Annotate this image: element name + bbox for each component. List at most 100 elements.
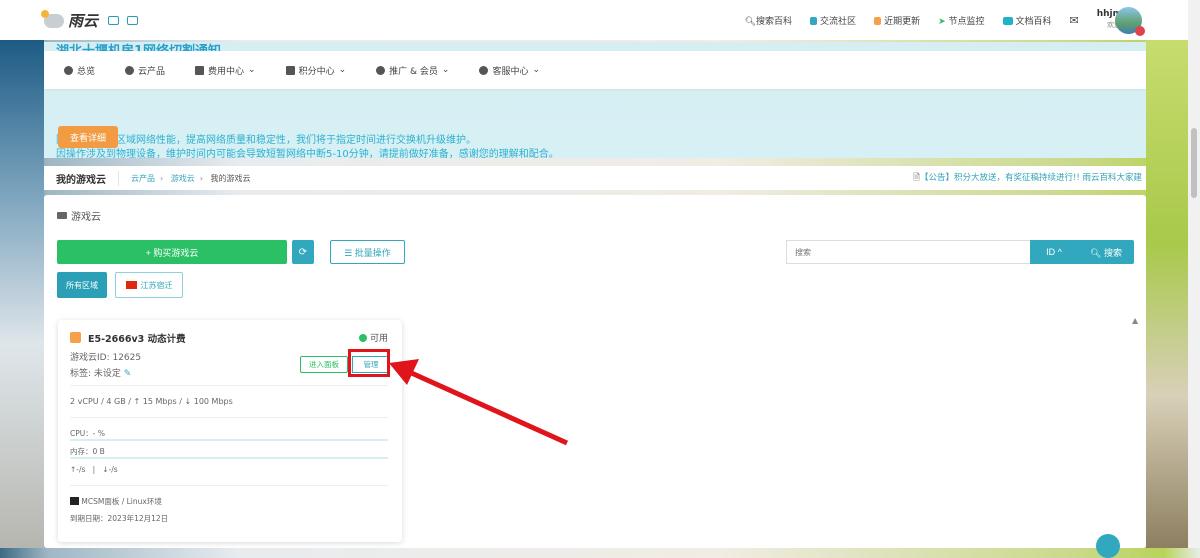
search-button[interactable]: 🔍︎ 搜索: [1078, 240, 1134, 264]
banner-text: 因需要提高此区域网络性能，提高网络质量和稳定性，我们将于指定时间进行交换机升级维…: [56, 135, 476, 146]
edit-icon[interactable]: ✎: [124, 369, 132, 379]
cubes-icon: [125, 65, 135, 75]
batch-operation-button[interactable]: ☰ 批量操作: [330, 240, 405, 264]
cpu-usage: CPU：- %: [70, 429, 105, 438]
breadcrumb-current: 我的游戏云: [210, 173, 251, 183]
breadcrumb: 云产品 › 游戏云 › 我的游戏云: [131, 173, 251, 183]
nav-docs[interactable]: 文档百科: [1002, 14, 1052, 27]
nav-cloud-products[interactable]: 云产品: [125, 64, 165, 77]
search-field-select[interactable]: ID ^: [1030, 240, 1078, 264]
cpu-progress: [70, 439, 388, 441]
money-icon: [195, 65, 205, 75]
server-type-icon: [70, 332, 81, 343]
chevron-down-icon: ⌄: [532, 65, 541, 75]
nav-label: 推广 & 会员: [389, 66, 438, 77]
server-id: 游戏云ID: 12625: [70, 353, 142, 363]
view-details-button[interactable]: 查看详细: [58, 126, 118, 148]
network-speed: ↑-/s | ↓-/s: [70, 465, 118, 474]
environment: MCSM面板 / Linux环境: [70, 496, 162, 507]
nav-label: 节点监控: [948, 16, 985, 27]
china-flag-icon: [125, 281, 137, 289]
nav-overview[interactable]: 总览: [64, 64, 95, 77]
nav-label: 文档百科: [1015, 16, 1052, 27]
image-icon[interactable]: [108, 16, 120, 25]
status-text: 可用: [369, 334, 388, 344]
search-label: 搜索: [1103, 247, 1122, 258]
mail-icon[interactable]: ✉: [1070, 14, 1079, 27]
scrollbar-thumb[interactable]: [1191, 128, 1197, 198]
nav-label: 总览: [77, 66, 96, 77]
refresh-button[interactable]: ⟳: [292, 240, 314, 264]
nav-label: 积分中心: [298, 66, 335, 77]
nav-label: 费用中心: [208, 66, 245, 77]
nav-support[interactable]: 客服中心 ⌄: [479, 64, 540, 77]
memory-progress: [70, 457, 388, 459]
nav-label: 客服中心: [492, 66, 529, 77]
notice-link[interactable]: 🗎【公告】积分大放送，有奖征稿持续进行!! 雨云百科大家建: [913, 171, 1142, 186]
nav-node-monitor[interactable]: ➤ 节点监控: [938, 14, 984, 27]
region-jiangsu-button[interactable]: 江苏宿迁: [115, 272, 183, 298]
scrollbar[interactable]: [1188, 0, 1200, 548]
server-specs: 2 vCPU / 4 GB / ↑ 15 Mbps / ↓ 100 Mbps: [70, 397, 233, 406]
background-right: [1146, 40, 1188, 548]
scroll-top-icon[interactable]: ▲: [1132, 316, 1138, 325]
annotation-arrow-icon: [389, 359, 569, 446]
document-icon: 🗎: [913, 172, 920, 183]
location-icon: ➤: [938, 16, 949, 27]
nav-billing[interactable]: 费用中心 ⌄: [195, 64, 256, 77]
help-button[interactable]: [1096, 534, 1120, 558]
brand-name: 雨云: [68, 12, 99, 30]
breadcrumb-link[interactable]: 云产品: [131, 174, 155, 183]
search-icon: 🔍︎: [1090, 247, 1104, 258]
region-label: 江苏宿迁: [140, 280, 173, 290]
enter-panel-button[interactable]: 进入面板: [300, 356, 348, 373]
top-header: 雨云 🔍︎搜索百科 交流社区 近期更新 ➤ 节点监控 文档百科 ✉ hhjmk欢…: [0, 0, 1188, 40]
env-text: MCSM面板 / Linux环境: [81, 497, 162, 506]
dashboard-icon: [64, 65, 73, 75]
nav-updates[interactable]: 近期更新: [874, 14, 920, 27]
headset-icon: [479, 65, 489, 75]
logo[interactable]: 雨云: [41, 9, 139, 31]
chevron-down-icon: ⌄: [441, 65, 450, 75]
nav-label: 云产品: [138, 66, 166, 77]
search-input[interactable]: [786, 240, 1031, 264]
nav-community[interactable]: 交流社区: [810, 14, 856, 27]
gift-icon: [285, 65, 295, 75]
chevron-down-icon: ⌄: [338, 65, 347, 75]
tag-text: 标签: 未设定: [70, 369, 121, 379]
main-nav: 总览 云产品 费用中心 ⌄ 积分中心 ⌄ 推广 & 会员 ⌄ 客服中心 ⌄: [44, 51, 1146, 89]
annotation-highlight-box: [348, 349, 390, 377]
cloud-logo-icon: [41, 9, 64, 28]
tag-row: 标签: 未设定 ✎: [70, 366, 131, 379]
nav-label: 近期更新: [884, 16, 921, 27]
nav-label: 搜索百科: [756, 16, 793, 27]
terminal-icon: [70, 497, 79, 505]
nav-label: 交流社区: [820, 16, 857, 27]
banner-text: 因操作涉及到物理设备，维护时间内可能会导致短暂网络中断5-10分钟，请提前做好准…: [56, 149, 559, 158]
status-badge: 可用: [358, 331, 388, 344]
notice-text: 【公告】积分大放送，有奖征稿持续进行!! 雨云百科大家建: [919, 172, 1142, 183]
page-title: 我的游戏云: [56, 170, 119, 186]
nav-points[interactable]: 积分中心 ⌄: [285, 64, 347, 77]
server-name[interactable]: E5-2666v3 动态计费: [88, 331, 186, 345]
background-left: [0, 40, 44, 548]
chevron-down-icon: ⌄: [248, 65, 256, 75]
buy-game-cloud-button[interactable]: + 购买游戏云: [57, 240, 287, 264]
panel-title: 游戏云: [71, 212, 101, 223]
server-icon: [57, 212, 67, 219]
id-card-icon[interactable]: [127, 16, 139, 25]
nav-promotion[interactable]: 推广 & 会员 ⌄: [376, 64, 449, 77]
nav-search-wiki[interactable]: 🔍︎搜索百科: [745, 14, 792, 27]
users-icon: [376, 65, 386, 75]
book-icon: [1002, 16, 1013, 25]
breadcrumb-link[interactable]: 游戏云: [171, 174, 195, 183]
update-icon: [874, 16, 882, 25]
avatar[interactable]: [1115, 7, 1145, 36]
play-icon: [358, 333, 367, 342]
page-header: 我的游戏云 云产品 › 游戏云 › 我的游戏云 🗎【公告】积分大放送，有奖征稿持续进…: [44, 166, 1146, 190]
search-icon: 🔍︎: [744, 16, 757, 27]
expire-date: 到期日期：2023年12月12日: [70, 514, 169, 523]
community-icon: [810, 16, 818, 25]
region-all-button[interactable]: 所有区域: [57, 272, 107, 298]
memory-usage: 内存：0 B: [70, 447, 105, 456]
